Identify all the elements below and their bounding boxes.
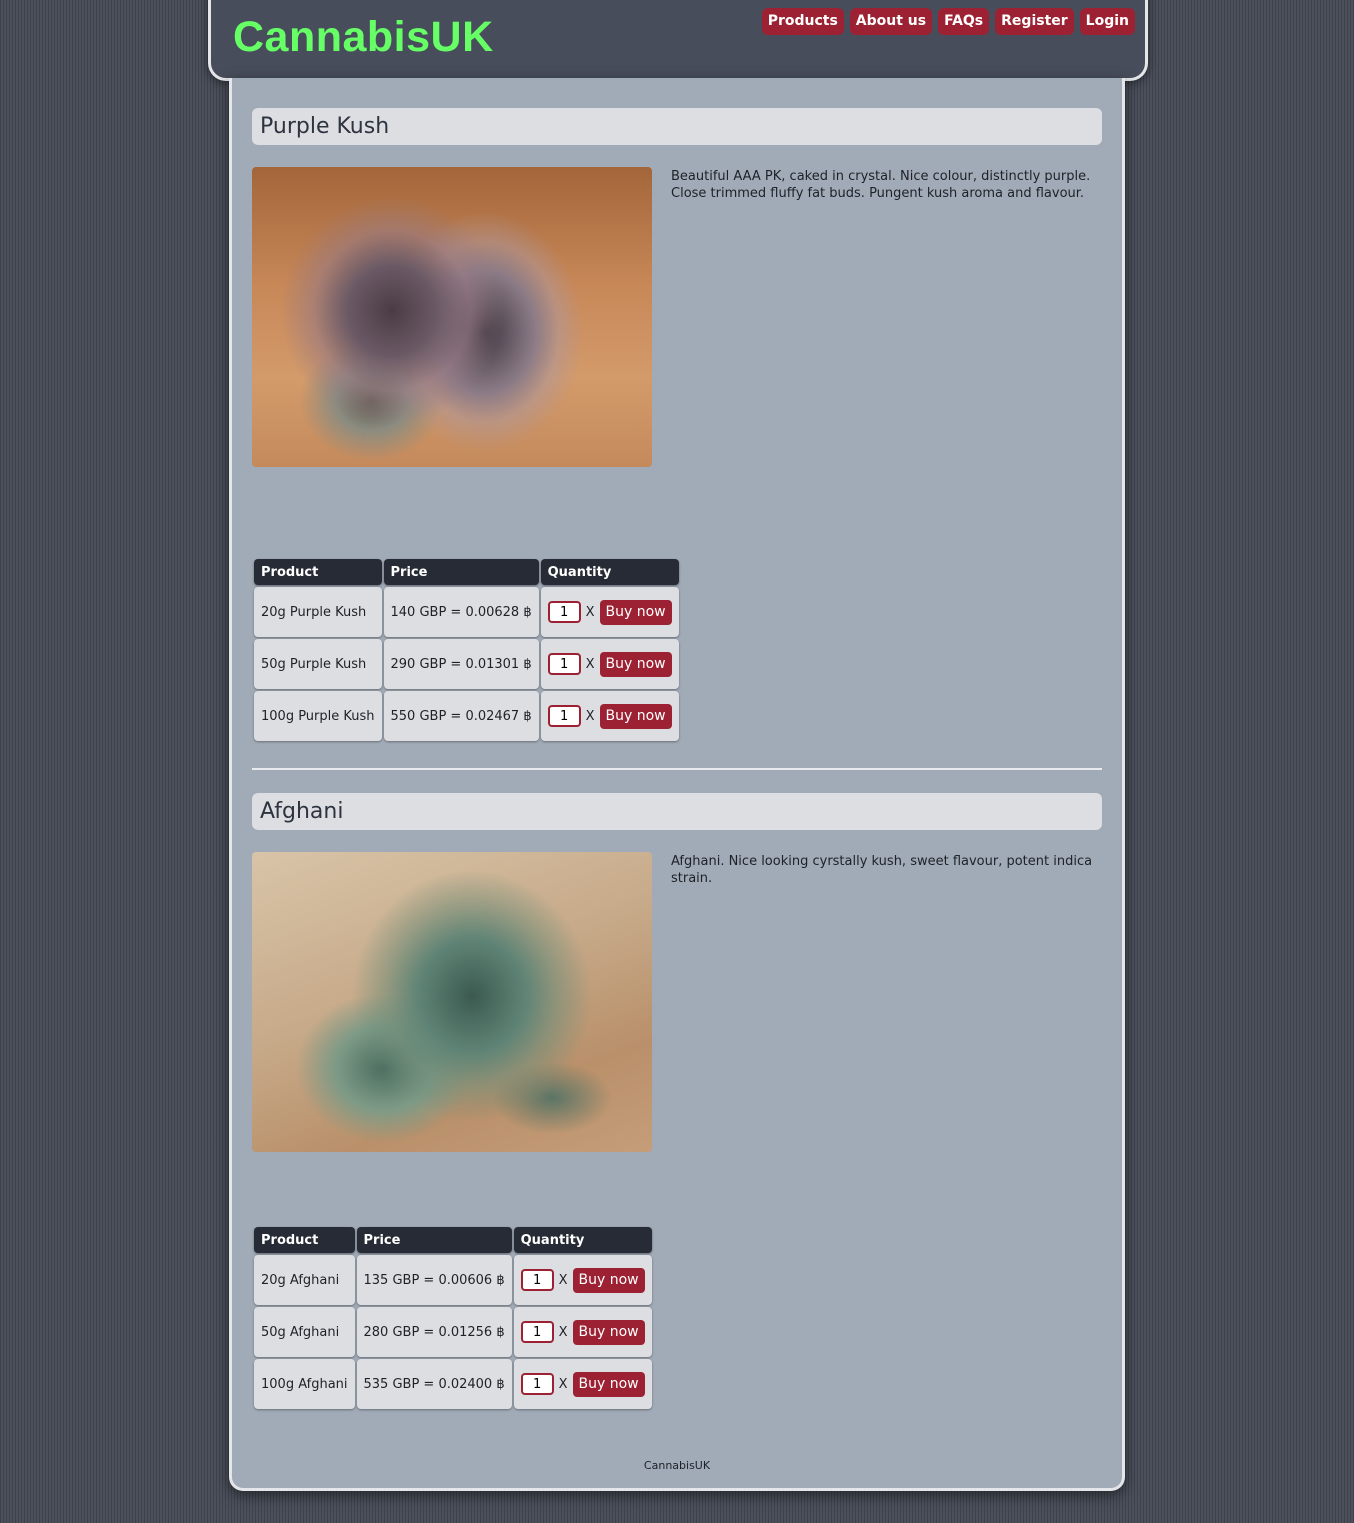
product-cell: 50g Purple Kush [254,639,382,689]
table-row: 50g Purple Kush 290 GBP = 0.01301 ฿ X Bu… [254,639,679,689]
product-image [252,852,652,1152]
buy-now-button[interactable]: Buy now [572,1319,645,1345]
column-header-price: Price [356,1227,512,1253]
quantity-cell: X Buy now [513,1359,652,1409]
product-title: Afghani [252,793,1102,830]
buy-now-button[interactable]: Buy now [599,651,672,677]
price-cell: 280 GBP = 0.01256 ฿ [356,1307,512,1357]
product-cell: 20g Purple Kush [254,587,382,637]
column-header-quantity: Quantity [540,559,679,585]
times-label: X [585,604,595,620]
main-content: Purple Kush Beautiful AAA PK, caked in c… [229,78,1125,1491]
price-cell: 535 GBP = 0.02400 ฿ [356,1359,512,1409]
nav-faqs-button[interactable]: FAQs [938,8,990,35]
section-divider [252,768,1102,770]
times-label: X [558,1272,568,1288]
times-label: X [558,1376,568,1392]
nav-products-button[interactable]: Products [761,8,844,35]
table-row: 50g Afghani 280 GBP = 0.01256 ฿ X Buy no… [254,1307,652,1357]
product-cell: 20g Afghani [254,1255,355,1305]
quantity-input[interactable] [547,705,581,727]
quantity-input[interactable] [520,1269,554,1291]
quantity-cell: X Buy now [513,1307,652,1357]
product-cell: 100g Purple Kush [254,691,382,741]
product-description: Beautiful AAA PK, caked in crystal. Nice… [671,169,1091,201]
column-header-product: Product [254,1227,355,1253]
column-header-price: Price [383,559,539,585]
quantity-input[interactable] [547,601,581,623]
quantity-cell: X Buy now [513,1255,652,1305]
times-label: X [558,1324,568,1340]
column-header-quantity: Quantity [513,1227,652,1253]
product-title: Purple Kush [252,108,1102,145]
quantity-input[interactable] [547,653,581,675]
price-cell: 140 GBP = 0.00628 ฿ [383,587,539,637]
quantity-cell: X Buy now [540,587,679,637]
nav-login-button[interactable]: Login [1079,8,1135,35]
product-description: Afghani. Nice looking cyrstally kush, sw… [671,854,1093,886]
product-image [252,167,652,467]
buy-now-button[interactable]: Buy now [599,599,672,625]
price-cell: 550 GBP = 0.02467 ฿ [383,691,539,741]
product-cell: 50g Afghani [254,1307,355,1357]
column-header-product: Product [254,559,382,585]
price-table: Product Price Quantity 20g Purple Kush 1… [252,557,681,743]
table-row: 100g Afghani 535 GBP = 0.02400 ฿ X Buy n… [254,1359,652,1409]
main-nav: Products About us FAQs Register Login [761,8,1135,35]
table-row: 20g Afghani 135 GBP = 0.00606 ฿ X Buy no… [254,1255,652,1305]
times-label: X [585,708,595,724]
price-table: Product Price Quantity 20g Afghani 135 G… [252,1225,654,1411]
times-label: X [585,656,595,672]
quantity-input[interactable] [520,1321,554,1343]
product-cell: 100g Afghani [254,1359,355,1409]
buy-now-button[interactable]: Buy now [599,703,672,729]
site-header: CannabisUK Products About us FAQs Regist… [208,0,1148,81]
table-row: 100g Purple Kush 550 GBP = 0.02467 ฿ X B… [254,691,679,741]
quantity-input[interactable] [520,1373,554,1395]
price-cell: 290 GBP = 0.01301 ฿ [383,639,539,689]
site-logo[interactable]: CannabisUK [233,13,494,62]
price-cell: 135 GBP = 0.00606 ฿ [356,1255,512,1305]
buy-now-button[interactable]: Buy now [572,1371,645,1397]
quantity-cell: X Buy now [540,639,679,689]
site-footer: CannabisUK [643,1459,711,1472]
nav-register-button[interactable]: Register [995,8,1074,35]
buy-now-button[interactable]: Buy now [572,1267,645,1293]
nav-about-button[interactable]: About us [849,8,933,35]
table-row: 20g Purple Kush 140 GBP = 0.00628 ฿ X Bu… [254,587,679,637]
quantity-cell: X Buy now [540,691,679,741]
